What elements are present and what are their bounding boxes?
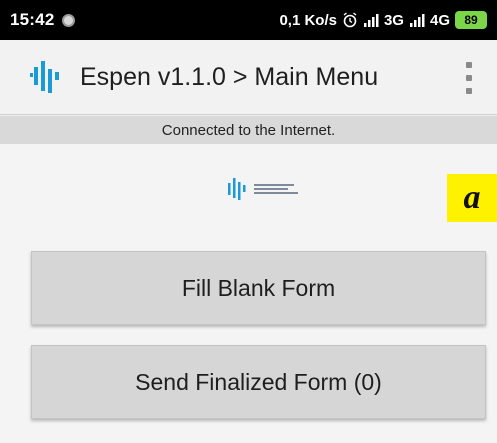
connection-banner: Connected to the Internet. [0,116,497,144]
network-4g: 4G [429,11,450,29]
main-content: a Fill Blank Form Send Finalized Form (0… [0,144,497,443]
annotation-badge: a [447,174,497,222]
network-speed: 0,1 Ko/s [279,11,337,29]
espen-logo-small-icon [228,178,298,200]
fill-blank-form-button[interactable]: Fill Blank Form [31,251,486,325]
battery-icon: 89 [455,11,487,29]
status-bar: 15:42 0,1 Ko/s 3G 4G 89 [0,0,497,40]
signal-icon [363,14,379,27]
send-finalized-form-button[interactable]: Send Finalized Form (0) [31,345,486,419]
notification-dot-icon [62,13,76,27]
app-toolbar: Espen v1.1.0 > Main Menu [0,40,497,115]
network-3g: 3G [383,11,404,29]
alarm-clock-icon [343,12,357,28]
espen-logo-icon [30,61,59,93]
overflow-menu-icon[interactable] [465,62,473,94]
status-time: 15:42 [10,10,55,29]
signal-icon-2 [409,14,425,27]
page-title: Espen v1.1.0 > Main Menu [80,62,379,91]
